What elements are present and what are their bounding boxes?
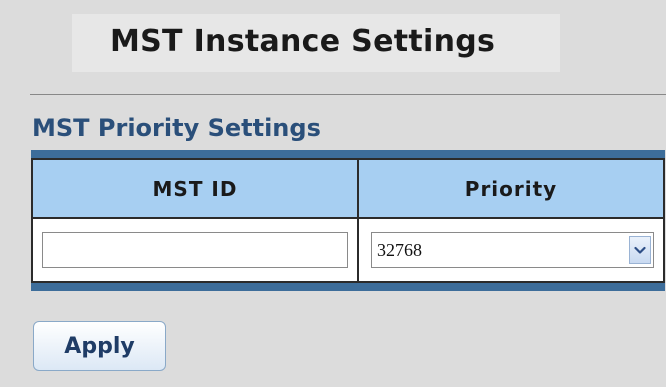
apply-button[interactable]: Apply — [33, 321, 166, 371]
chevron-down-icon[interactable] — [629, 236, 651, 264]
priority-select[interactable]: 32768 — [371, 232, 654, 268]
mst-id-input[interactable] — [42, 232, 348, 268]
mst-instance-settings-page: MST Instance Settings MST Priority Setti… — [0, 0, 666, 387]
title-divider — [30, 94, 666, 95]
priority-header: Priority — [359, 160, 663, 217]
table-grid: MST ID Priority 32768 — [31, 158, 665, 283]
mst-id-header: MST ID — [33, 160, 357, 217]
priority-cell: 32768 — [359, 219, 663, 281]
priority-selected-value: 32768 — [377, 240, 422, 260]
section-title: MST Priority Settings — [32, 114, 321, 142]
page-title: MST Instance Settings — [110, 24, 496, 59]
mst-id-cell — [33, 219, 357, 281]
priority-settings-table: MST ID Priority 32768 — [31, 150, 665, 291]
